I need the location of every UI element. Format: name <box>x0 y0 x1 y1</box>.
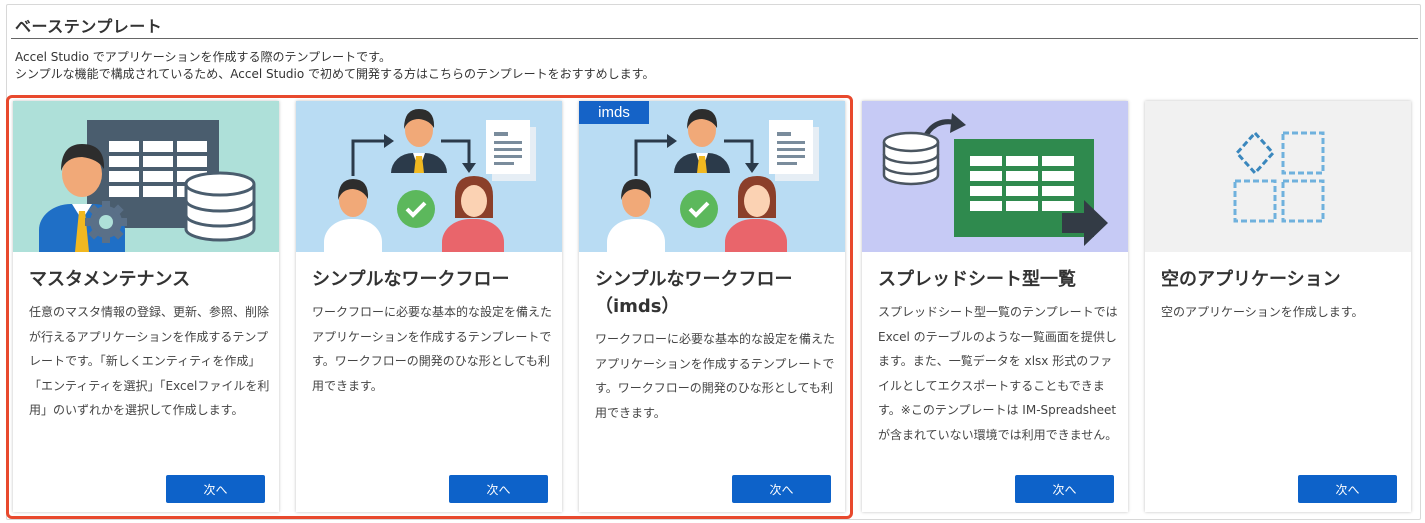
card-title: マスタメンテナンス <box>29 269 191 290</box>
imds-badge: imds <box>579 101 649 124</box>
card-description: スプレッドシート型一覧のテンプレートでは Excel のテーブルのような一覧画面… <box>878 305 1118 442</box>
workflow-approval-icon: imds <box>579 101 845 252</box>
spreadsheet-export-icon <box>862 101 1128 252</box>
workflow-approval-icon <box>296 101 562 252</box>
next-button[interactable]: 次へ <box>449 475 548 503</box>
card-title: シンプルなワークフロー <box>312 269 510 290</box>
next-button[interactable]: 次へ <box>166 475 265 503</box>
empty-application-icon <box>1145 101 1411 252</box>
next-button[interactable]: 次へ <box>1298 475 1397 503</box>
template-card-simple-workflow[interactable]: シンプルなワークフロー ワークフローに必要な基本的な設定を備えたアプリケーション… <box>296 101 562 512</box>
card-title: シンプルなワークフロー（imds） <box>595 269 793 317</box>
template-card-spreadsheet-list[interactable]: スプレッドシート型一覧 スプレッドシート型一覧のテンプレートでは Excel の… <box>862 101 1128 512</box>
template-card-empty-application[interactable]: 空のアプリケーション 空のアプリケーションを作成します。 次へ <box>1145 101 1411 512</box>
card-description: ワークフローに必要な基本的な設定を備えたアプリケーションを作成するテンプレートで… <box>595 332 836 420</box>
section-description: Accel Studio でアプリケーションを作成する際のテンプレートです。 シ… <box>15 49 654 83</box>
description-line-2: シンプルな機能で構成されているため、Accel Studio で初めて開発する方… <box>15 67 655 81</box>
template-card-master-maintenance[interactable]: マスタメンテナンス 任意のマスタ情報の登録、更新、参照、削除が行えるアプリケーシ… <box>13 101 279 512</box>
template-card-simple-workflow-imds[interactable]: imds シンプルなワークフロー（imds） ワークフローに必要な基本的な設定を… <box>579 101 845 512</box>
title-divider <box>11 38 1418 39</box>
description-line-1: Accel Studio でアプリケーションを作成する際のテンプレートです。 <box>15 50 391 64</box>
master-data-table-icon <box>13 101 279 252</box>
card-title: 空のアプリケーション <box>1161 269 1341 290</box>
section-title: ベーステンプレート <box>15 17 163 36</box>
card-description: 空のアプリケーションを作成します。 <box>1161 305 1364 319</box>
card-title: スプレッドシート型一覧 <box>878 269 1076 290</box>
next-button[interactable]: 次へ <box>732 475 831 503</box>
card-description: 任意のマスタ情報の登録、更新、参照、削除が行えるアプリケーションを作成するテンプ… <box>29 305 270 417</box>
card-description: ワークフローに必要な基本的な設定を備えたアプリケーションを作成するテンプレートで… <box>312 305 553 393</box>
next-button[interactable]: 次へ <box>1015 475 1114 503</box>
